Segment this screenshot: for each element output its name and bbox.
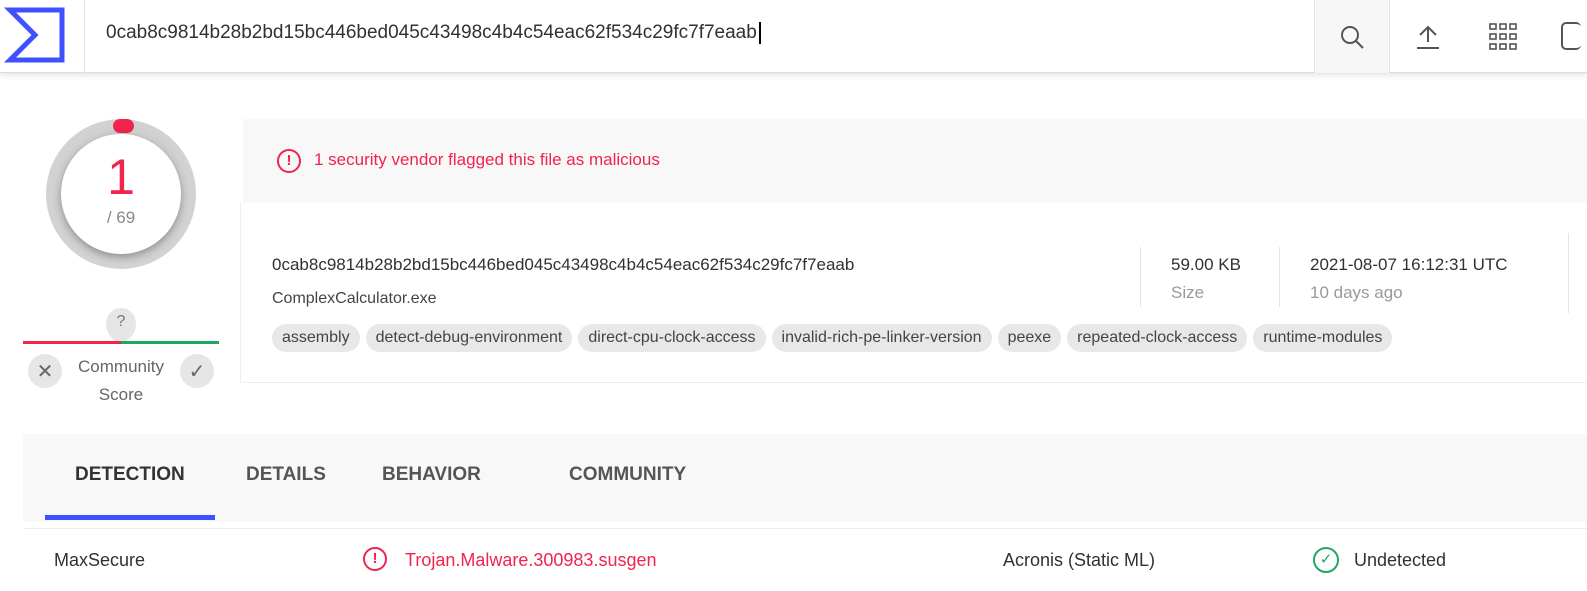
tab-detection[interactable]: DETECTION <box>75 464 185 486</box>
detection-result: Trojan.Malware.300983.susgen <box>405 550 657 570</box>
file-size-label: Size <box>1171 283 1205 302</box>
vendor-name: MaxSecure <box>54 550 146 570</box>
alert-text: 1 security vendor flagged this file as m… <box>314 150 660 169</box>
tag[interactable]: repeated-clock-access <box>1067 324 1248 352</box>
file-info: 0cab8c9814b28b2bd15bc446bed045c43498c4b4… <box>240 203 1587 383</box>
tab-behavior[interactable]: BEHAVIOR <box>382 464 481 486</box>
apps-grid-icon <box>1489 22 1517 50</box>
tag[interactable]: detect-debug-environment <box>365 324 573 352</box>
top-bar: 0cab8c9814b28b2bd15bc446bed045c43498c4b4… <box>0 0 1587 73</box>
search-input[interactable]: 0cab8c9814b28b2bd15bc446bed045c43498c4b4… <box>106 22 761 44</box>
community-score-marker: ? <box>106 308 136 342</box>
scan-date-relative: 10 days ago <box>1310 283 1403 302</box>
tag[interactable]: direct-cpu-clock-access <box>578 324 766 352</box>
tab-bar: DETECTION DETAILS BEHAVIOR COMMUNITY <box>23 434 1587 522</box>
tag[interactable]: peexe <box>997 324 1062 352</box>
alert-banner: ! 1 security vendor flagged this file as… <box>243 119 1587 203</box>
community-bar-good <box>121 341 219 344</box>
file-name: ComplexCalculator.exe <box>272 290 437 307</box>
upload-button[interactable] <box>1390 0 1466 73</box>
scan-date: 2021-08-07 16:12:31 UTC <box>1310 255 1508 274</box>
tab-community[interactable]: COMMUNITY <box>569 464 686 486</box>
virustotal-logo[interactable] <box>0 0 85 73</box>
community-score-label: Community Score <box>78 357 164 404</box>
malicious-icon: ! <box>363 547 387 571</box>
vote-harmless-button[interactable]: ✓ <box>180 354 214 388</box>
detection-row: MaxSecure ! Trojan.Malware.300983.susgen… <box>23 528 1587 591</box>
chat-icon[interactable] <box>1561 22 1581 50</box>
community-bar-bad <box>23 341 121 344</box>
upload-icon <box>1417 25 1439 49</box>
tag-list: assembly detect-debug-environment direct-c… <box>272 324 1398 352</box>
alert-icon: ! <box>277 149 301 173</box>
engine-total: / 69 <box>106 208 136 227</box>
tag[interactable]: runtime-modules <box>1253 324 1393 352</box>
file-hash[interactable]: 0cab8c9814b28b2bd15bc446bed045c43498c4b4… <box>272 255 854 275</box>
search-icon <box>1341 25 1364 49</box>
undetected-check-icon: ✓ <box>1313 547 1339 573</box>
file-size: 59.00 KB <box>1171 255 1241 274</box>
detection-gauge: 1 / 69 <box>46 119 196 269</box>
tag[interactable]: invalid-rich-pe-linker-version <box>771 324 992 352</box>
detection-result: Undetected <box>1354 550 1447 570</box>
vendor-name: Acronis (Static ML) <box>1003 550 1156 570</box>
search-button[interactable] <box>1314 0 1390 73</box>
tag[interactable]: assembly <box>272 324 360 352</box>
vote-malicious-button[interactable]: ✕ <box>28 354 62 388</box>
gauge-marker <box>113 119 134 133</box>
detection-count: 1 <box>107 149 135 205</box>
apps-button[interactable] <box>1465 0 1541 73</box>
tab-details[interactable]: DETAILS <box>246 464 326 486</box>
active-tab-indicator <box>45 515 215 520</box>
